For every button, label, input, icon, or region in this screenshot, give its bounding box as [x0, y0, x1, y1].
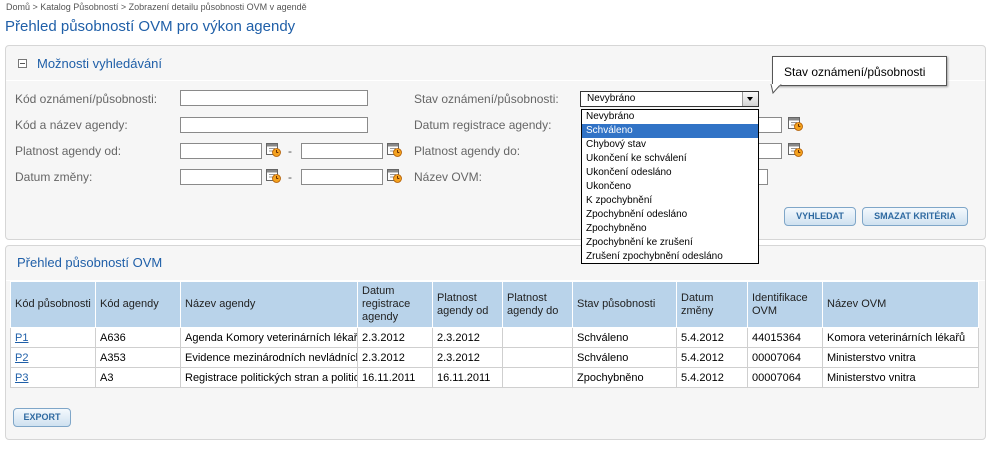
- table-row: P3 A3 Registrace politických stran a pol…: [10, 367, 979, 388]
- dropdown-option[interactable]: Zpochybnění ke zrušení: [582, 236, 758, 250]
- tooltip: Stav oznámení/působnosti: [772, 56, 947, 86]
- row-link[interactable]: P2: [15, 352, 28, 364]
- dropdown-option[interactable]: Zrušení zpochybnění odesláno: [582, 250, 758, 264]
- page-title: Přehled působností OVM pro výkon agendy: [5, 18, 296, 35]
- label-platnost-od: Platnost agendy od:: [15, 144, 122, 158]
- datum-zmeny-from-input[interactable]: [180, 169, 262, 185]
- chevron-down-icon[interactable]: [742, 92, 758, 106]
- calendar-icon[interactable]: [387, 142, 402, 157]
- label-stav: Stav oznámení/působnosti:: [414, 92, 559, 106]
- dropdown-option[interactable]: Zpochybněno: [582, 222, 758, 236]
- column-header[interactable]: Platnost agendy do: [502, 281, 573, 328]
- column-header[interactable]: Kód působnosti: [10, 281, 96, 328]
- dropdown-option[interactable]: Ukončení odesláno: [582, 166, 758, 180]
- calendar-icon[interactable]: [266, 142, 281, 157]
- label-kod-agendy: Kód a název agendy:: [15, 118, 128, 132]
- column-header[interactable]: Název agendy: [180, 281, 358, 328]
- table-cell: [502, 327, 573, 348]
- table-cell: 5.4.2012: [676, 327, 748, 348]
- table-row: P1 A636 Agenda Komory veterinárních léka…: [10, 327, 979, 348]
- stav-select[interactable]: Nevybráno: [580, 91, 759, 107]
- table-cell: 44015364: [747, 327, 823, 348]
- dropdown-option[interactable]: Ukončení ke schválení: [582, 152, 758, 166]
- column-header[interactable]: Datum registrace agendy: [357, 281, 433, 328]
- range-dash: -: [288, 144, 292, 158]
- table-cell: 2.3.2012: [432, 327, 503, 348]
- kod-oznameni-input[interactable]: [180, 90, 368, 106]
- table-header-row: Kód působnosti Kód agendy Název agendy D…: [10, 281, 979, 328]
- column-header[interactable]: Stav působnosti: [572, 281, 677, 328]
- table-cell: P2: [10, 347, 96, 368]
- table-cell: P1: [10, 327, 96, 348]
- column-header[interactable]: Datum změny: [676, 281, 748, 328]
- table-cell: Ministerstvo vnitra: [822, 367, 979, 388]
- dropdown-option[interactable]: K zpochybnění: [582, 194, 758, 208]
- table-cell: Schváleno: [572, 347, 677, 368]
- column-header[interactable]: Platnost agendy od: [432, 281, 503, 328]
- table-cell: 00007064: [747, 367, 823, 388]
- table-cell: P3: [10, 367, 96, 388]
- table-cell: A353: [95, 347, 181, 368]
- calendar-icon[interactable]: [788, 116, 803, 131]
- clear-criteria-button[interactable]: SMAZAT KRITÉRIA: [862, 207, 968, 226]
- collapse-icon[interactable]: [18, 59, 27, 68]
- search-panel-title[interactable]: Možnosti vyhledávání: [37, 56, 162, 71]
- tooltip-text: Stav oznámení/působnosti: [784, 65, 926, 79]
- results-panel-title: Přehled působností OVM: [17, 255, 163, 270]
- results-table: Kód působnosti Kód agendy Název agendy D…: [10, 281, 979, 388]
- table-cell: A3: [95, 367, 181, 388]
- table-row: P2 A353 Evidence mezinárodních nevládníc…: [10, 347, 979, 368]
- table-cell: Zpochybněno: [572, 367, 677, 388]
- platnost-od-from-input[interactable]: [180, 143, 262, 159]
- table-cell: 2.3.2012: [357, 327, 433, 348]
- dropdown-option[interactable]: Chybový stav: [582, 138, 758, 152]
- table-cell: Agenda Komory veterinárních lékařů: [180, 327, 358, 348]
- kod-agendy-input[interactable]: [180, 117, 368, 133]
- label-kod-oznameni: Kód oznámení/působnosti:: [15, 92, 158, 106]
- search-button[interactable]: VYHLEDAT: [784, 207, 856, 226]
- table-cell: 5.4.2012: [676, 367, 748, 388]
- row-link[interactable]: P1: [15, 332, 28, 344]
- calendar-icon[interactable]: [788, 142, 803, 157]
- table-cell: 00007064: [747, 347, 823, 368]
- dropdown-option[interactable]: Ukončeno: [582, 180, 758, 194]
- export-button[interactable]: EXPORT: [13, 408, 71, 427]
- label-datum-registrace: Datum registrace agendy:: [414, 118, 552, 132]
- column-header[interactable]: Identifikace OVM: [747, 281, 823, 328]
- dropdown-option[interactable]: Nevybráno: [582, 110, 758, 124]
- table-cell: [502, 367, 573, 388]
- datum-zmeny-to-input[interactable]: [301, 169, 383, 185]
- tooltip-pointer: [770, 84, 782, 94]
- table-cell: Komora veterinárních lékařů: [822, 327, 979, 348]
- table-cell: Registrace politických stran a politický…: [180, 367, 358, 388]
- table-cell: Schváleno: [572, 327, 677, 348]
- dropdown-option-highlighted[interactable]: Schváleno: [582, 124, 758, 138]
- stav-select-value: Nevybráno: [587, 93, 636, 104]
- results-panel-header: Přehled působností OVM: [6, 246, 985, 281]
- column-header[interactable]: Název OVM: [822, 281, 979, 328]
- platnost-od-to-input[interactable]: [301, 143, 383, 159]
- table-cell: 16.11.2011: [432, 367, 503, 388]
- table-cell: 16.11.2011: [357, 367, 433, 388]
- label-platnost-do: Platnost agendy do:: [414, 144, 521, 158]
- range-dash: -: [288, 170, 292, 184]
- label-datum-zmeny: Datum změny:: [15, 170, 93, 184]
- table-cell: 2.3.2012: [432, 347, 503, 368]
- table-cell: Evidence mezinárodních nevládních organi…: [180, 347, 358, 368]
- table-cell: A636: [95, 327, 181, 348]
- label-nazev-ovm: Název OVM:: [414, 170, 483, 184]
- table-cell: 2.3.2012: [357, 347, 433, 368]
- row-link[interactable]: P3: [15, 372, 28, 384]
- breadcrumb[interactable]: Domů > Katalog Působností > Zobrazení de…: [6, 2, 307, 12]
- calendar-icon[interactable]: [266, 168, 281, 183]
- dropdown-option[interactable]: Zpochybnění odesláno: [582, 208, 758, 222]
- calendar-icon[interactable]: [387, 168, 402, 183]
- table-cell: [502, 347, 573, 368]
- table-cell: Ministerstvo vnitra: [822, 347, 979, 368]
- stav-dropdown-list[interactable]: Nevybráno Schváleno Chybový stav Ukončen…: [581, 109, 759, 264]
- column-header[interactable]: Kód agendy: [95, 281, 181, 328]
- table-cell: 5.4.2012: [676, 347, 748, 368]
